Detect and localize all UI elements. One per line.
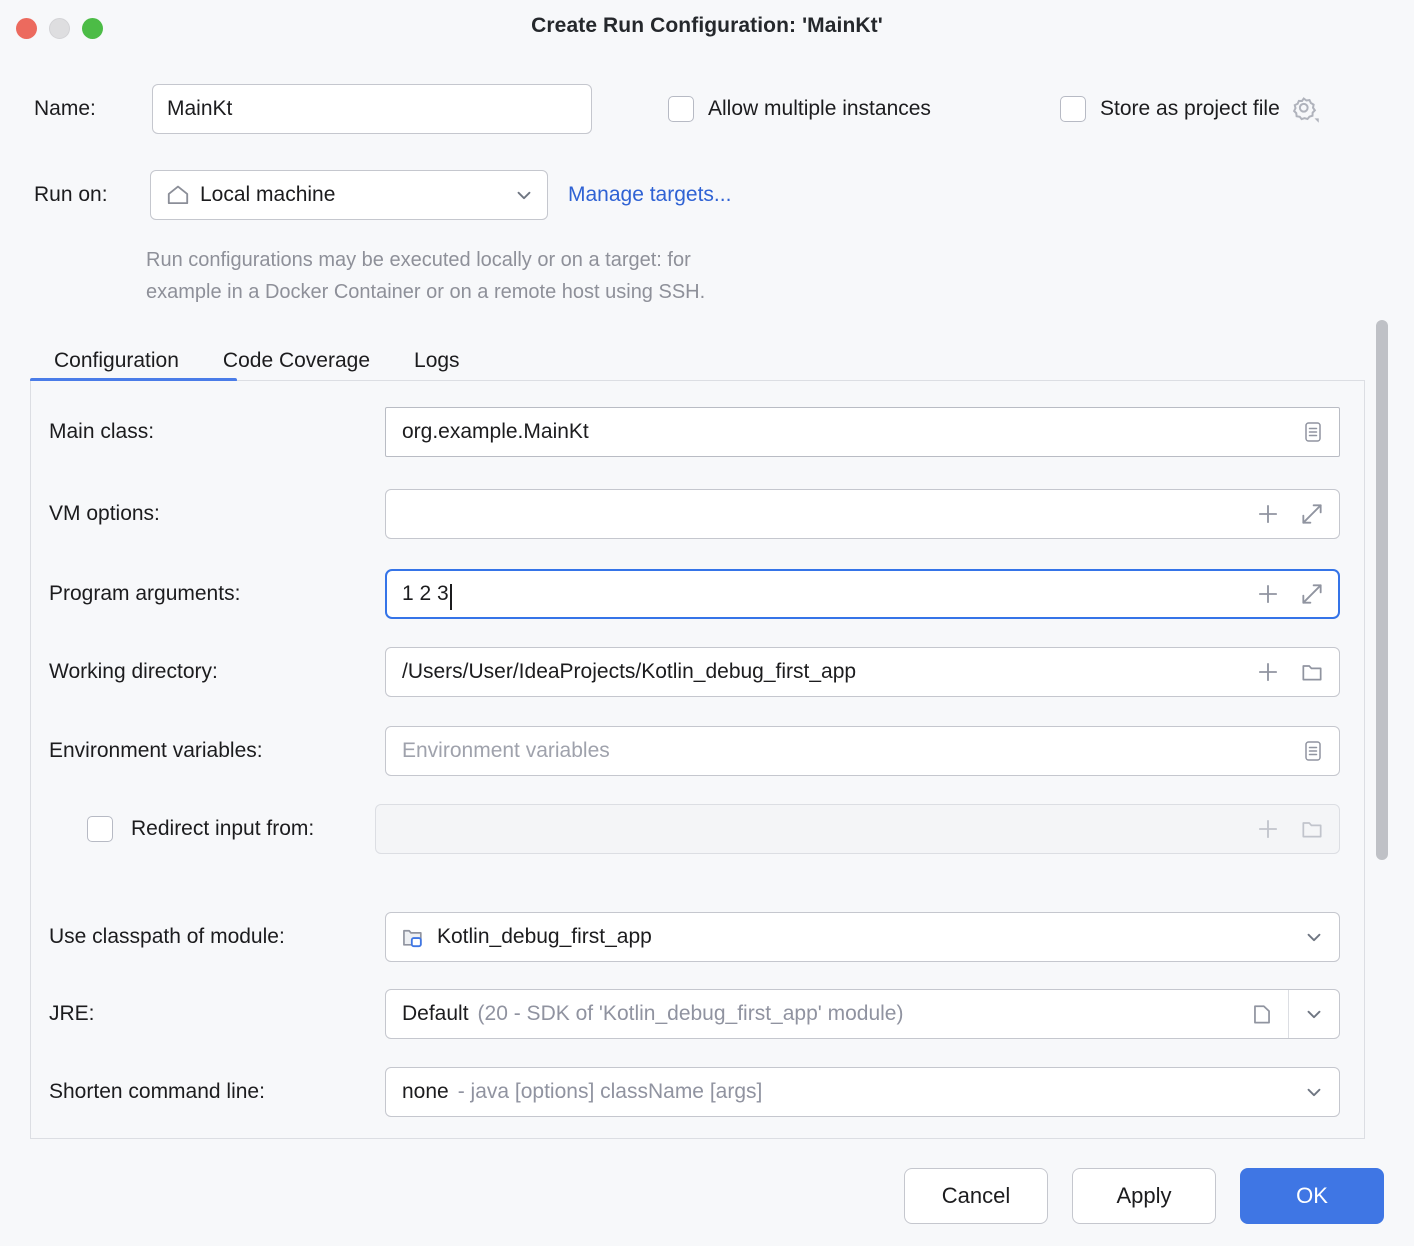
folder-icon[interactable] (1299, 659, 1325, 685)
hint-line-1: Run configurations may be executed local… (146, 244, 926, 276)
shorten-command-line-detail: - java [options] className [args] (458, 1080, 763, 1104)
apply-button[interactable]: Apply (1072, 1168, 1216, 1224)
folder-icon[interactable] (1236, 1001, 1288, 1027)
vm-options-field[interactable] (385, 489, 1340, 539)
redirect-input-label: Redirect input from: (131, 804, 314, 854)
vertical-scrollbar[interactable] (1376, 320, 1388, 860)
program-arguments-value: 1 2 3 (402, 582, 449, 606)
module-folder-icon (400, 924, 427, 951)
chevron-down-icon (513, 184, 535, 206)
working-directory-label: Working directory: (49, 647, 218, 697)
plus-icon[interactable] (1255, 659, 1281, 685)
allow-multiple-instances-label: Allow multiple instances (708, 97, 931, 121)
name-input[interactable] (152, 84, 592, 134)
redirect-input-field (375, 804, 1340, 854)
home-icon (165, 182, 191, 208)
folder-icon (1299, 816, 1325, 842)
checkbox-box[interactable] (1060, 96, 1086, 122)
main-class-field[interactable]: org.example.MainKt (385, 407, 1340, 457)
run-on-label: Run on: (34, 170, 108, 220)
store-as-project-file-checkbox[interactable]: Store as project file (1060, 84, 1320, 134)
classpath-module-label: Use classpath of module: (49, 912, 285, 962)
name-label: Name: (34, 84, 96, 134)
cancel-button[interactable]: Cancel (904, 1168, 1048, 1224)
expand-icon[interactable] (1299, 581, 1325, 607)
tab-bar: Configuration Code Coverage Logs (30, 332, 482, 384)
environment-variables-label: Environment variables: (49, 726, 263, 776)
jre-dropdown[interactable]: Default (20 - SDK of 'Kotlin_debug_first… (385, 989, 1340, 1039)
plus-icon[interactable] (1255, 501, 1281, 527)
expand-icon[interactable] (1299, 501, 1325, 527)
text-caret (450, 584, 452, 610)
classpath-module-dropdown[interactable]: Kotlin_debug_first_app (385, 912, 1340, 962)
run-on-row: Run on: Local machine Manage targets... (0, 170, 1414, 220)
chevron-down-icon[interactable] (1289, 1081, 1339, 1103)
store-as-project-file-label: Store as project file (1100, 97, 1280, 121)
shorten-command-line-label: Shorten command line: (49, 1067, 265, 1117)
jre-value-detail: (20 - SDK of 'Kotlin_debug_first_app' mo… (478, 1002, 904, 1026)
allow-multiple-instances-checkbox[interactable]: Allow multiple instances (668, 84, 931, 134)
working-directory-field[interactable]: /Users/User/IdeaProjects/Kotlin_debug_fi… (385, 647, 1340, 697)
ok-button[interactable]: OK (1240, 1168, 1384, 1224)
tab-logs[interactable]: Logs (392, 338, 482, 384)
environment-variables-field[interactable]: Environment variables (385, 726, 1340, 776)
create-run-configuration-dialog: Create Run Configuration: 'MainKt' Name:… (0, 0, 1414, 1246)
plus-icon (1255, 816, 1281, 842)
gear-icon[interactable] (1290, 94, 1320, 124)
main-class-value: org.example.MainKt (402, 420, 589, 444)
run-on-value: Local machine (200, 183, 335, 207)
list-icon[interactable] (1301, 420, 1325, 444)
main-class-label: Main class: (49, 407, 154, 457)
program-arguments-label: Program arguments: (49, 569, 240, 619)
name-row: Name: Allow multiple instances Store as … (0, 84, 1414, 134)
run-on-dropdown[interactable]: Local machine (150, 170, 548, 220)
chevron-down-icon[interactable] (1289, 926, 1339, 948)
jre-label: JRE: (49, 989, 95, 1039)
working-directory-value: /Users/User/IdeaProjects/Kotlin_debug_fi… (402, 660, 856, 684)
dialog-title: Create Run Configuration: 'MainKt' (0, 14, 1414, 38)
program-arguments-field[interactable]: 1 2 3 (385, 569, 1340, 619)
redirect-input-checkbox[interactable] (87, 816, 113, 842)
classpath-module-value: Kotlin_debug_first_app (437, 925, 652, 949)
run-on-hint: Run configurations may be executed local… (146, 244, 926, 308)
vm-options-label: VM options: (49, 489, 160, 539)
hint-line-2: example in a Docker Container or on a re… (146, 276, 926, 308)
checkbox-box[interactable] (668, 96, 694, 122)
manage-targets-link[interactable]: Manage targets... (568, 170, 731, 220)
list-icon[interactable] (1301, 739, 1325, 763)
jre-value: Default (402, 1002, 469, 1026)
title-bar: Create Run Configuration: 'MainKt' (0, 0, 1414, 58)
shorten-command-line-value: none (402, 1080, 449, 1104)
environment-variables-placeholder: Environment variables (402, 739, 610, 763)
chevron-down-icon[interactable] (1289, 1003, 1339, 1025)
configuration-panel: Main class: org.example.MainKt VM option… (30, 381, 1365, 1139)
plus-icon[interactable] (1255, 581, 1281, 607)
shorten-command-line-dropdown[interactable]: none - java [options] className [args] (385, 1067, 1340, 1117)
